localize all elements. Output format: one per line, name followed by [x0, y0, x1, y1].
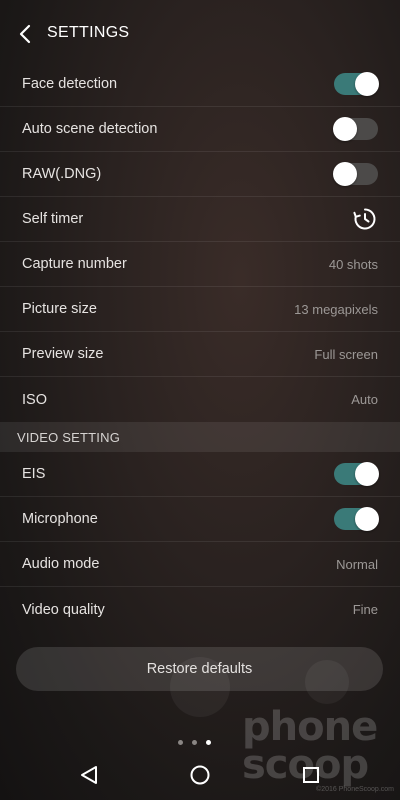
setting-raw-dng[interactable]: RAW(.DNG)	[0, 152, 400, 197]
back-button[interactable]	[12, 20, 38, 48]
toggle-knob	[355, 462, 379, 486]
page-indicator	[178, 740, 211, 745]
setting-preview-size[interactable]: Preview size Full screen	[0, 332, 400, 377]
setting-value: 40 shots	[328, 256, 378, 272]
eis-toggle[interactable]	[334, 462, 379, 486]
setting-value: Fine	[352, 602, 378, 617]
setting-capture-number[interactable]: Capture number 40 shots	[0, 242, 400, 287]
home-icon	[190, 765, 210, 785]
back-icon	[81, 766, 97, 784]
page-title: SETTINGS	[47, 24, 130, 41]
setting-label: Preview size	[22, 346, 104, 362]
watermark-copyright: ©2016 PhoneScoop.com	[316, 786, 394, 793]
setting-value: Full screen	[314, 346, 378, 362]
setting-label: ISO	[22, 391, 47, 408]
toggle-knob	[333, 117, 357, 141]
setting-value: Auto	[351, 392, 378, 407]
setting-label: EIS	[22, 466, 46, 482]
raw-dng-toggle[interactable]	[333, 162, 378, 186]
camera-settings-screen: SETTINGS Face detection Auto scene detec…	[0, 0, 400, 800]
setting-label: Video quality	[22, 601, 105, 618]
microphone-toggle[interactable]	[334, 507, 379, 531]
setting-label: Face detection	[22, 76, 118, 92]
setting-picture-size[interactable]: Picture size 13 megapixels	[0, 287, 400, 332]
face-detection-toggle[interactable]	[334, 72, 379, 96]
nav-home-button[interactable]	[187, 762, 213, 788]
setting-self-timer[interactable]: Self timer	[0, 197, 400, 242]
header: SETTINGS	[0, 0, 400, 66]
setting-label: Audio mode	[22, 556, 100, 572]
chevron-left-icon	[19, 24, 31, 44]
setting-label: RAW(.DNG)	[22, 166, 102, 182]
setting-eis[interactable]: EIS	[0, 452, 400, 497]
page-dot	[192, 740, 197, 745]
setting-value: Normal	[336, 556, 378, 572]
toggle-knob	[355, 507, 379, 531]
auto-scene-detection-toggle[interactable]	[333, 117, 378, 141]
setting-label: Self timer	[22, 211, 84, 227]
page-dot-active	[206, 740, 211, 745]
nav-recents-button[interactable]	[298, 762, 324, 788]
restore-defaults-button[interactable]: Restore defaults	[16, 647, 383, 691]
setting-auto-scene-detection[interactable]: Auto scene detection	[0, 107, 400, 152]
nav-back-button[interactable]	[76, 762, 102, 788]
section-title: VIDEO SETTING	[17, 429, 121, 445]
section-header-video: VIDEO SETTING	[0, 422, 400, 452]
setting-value: 13 megapixels	[294, 301, 378, 317]
setting-audio-mode[interactable]: Audio mode Normal	[0, 542, 400, 587]
watermark-line: phone	[242, 704, 378, 750]
setting-label: Auto scene detection	[22, 121, 158, 137]
setting-label: Microphone	[22, 511, 98, 527]
recents-icon	[303, 767, 319, 783]
setting-label: Capture number	[22, 256, 127, 272]
setting-label: Picture size	[22, 301, 97, 317]
setting-microphone[interactable]: Microphone	[0, 497, 400, 542]
page-dot	[178, 740, 183, 745]
settings-list: Face detection Auto scene detection RAW(…	[0, 62, 400, 632]
setting-iso[interactable]: ISO Auto	[0, 377, 400, 422]
timer-icon[interactable]	[352, 206, 378, 232]
toggle-knob	[333, 162, 357, 186]
toggle-knob	[355, 72, 379, 96]
setting-video-quality[interactable]: Video quality Fine	[0, 587, 400, 632]
setting-face-detection[interactable]: Face detection	[0, 62, 400, 107]
